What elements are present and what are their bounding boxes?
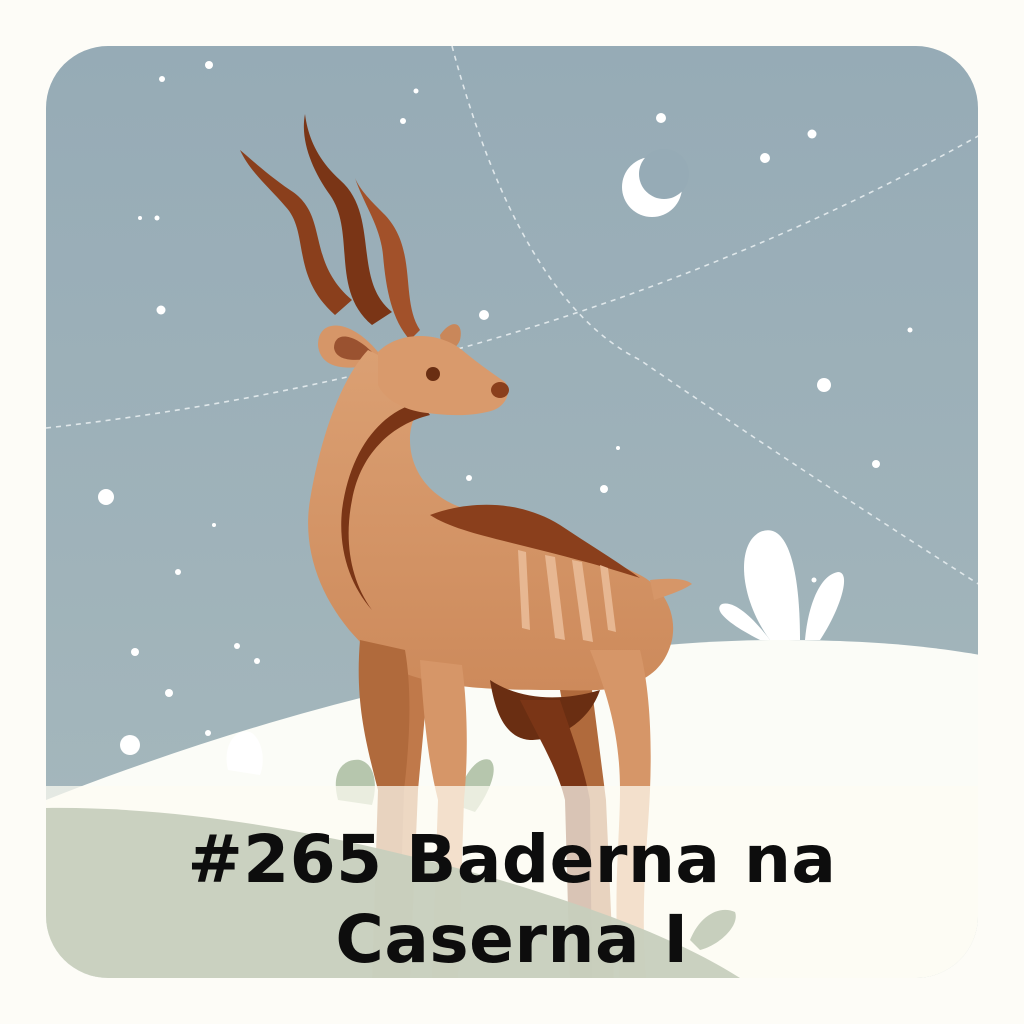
episode-title-line1: #265 Baderna na xyxy=(187,821,837,898)
episode-title-line2: Caserna I xyxy=(335,901,689,978)
podcast-cover: #265 Baderna na Caserna I xyxy=(0,0,1024,1024)
episode-title: #265 Baderna na Caserna I xyxy=(0,820,1024,980)
